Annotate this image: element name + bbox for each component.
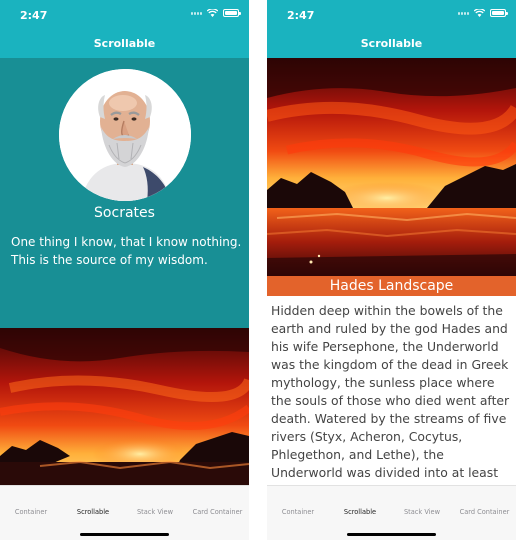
- status-time: 2:47: [287, 9, 315, 22]
- battery-icon: [490, 9, 508, 17]
- phone-screen-profile: 2:47 Scrollable Socrates One thing I kno…: [0, 0, 249, 540]
- home-indicator: [347, 533, 436, 536]
- wifi-icon: [207, 9, 218, 17]
- tab-card-container[interactable]: Card Container: [186, 508, 249, 516]
- nav-bar: Scrollable: [0, 30, 249, 58]
- landscape-image: [267, 58, 516, 276]
- nav-title: Scrollable: [360, 37, 423, 50]
- tab-stack-view[interactable]: Stack View: [391, 508, 453, 516]
- signal-icon: [191, 11, 202, 15]
- nav-bar: Scrollable: [267, 30, 516, 58]
- status-time: 2:47: [20, 9, 48, 22]
- profile-section: Socrates One thing I know, that I know n…: [0, 58, 249, 328]
- landscape-caption: Hades Landscape: [267, 276, 516, 296]
- article-text: Hidden deep within the bowels of the ear…: [271, 303, 510, 498]
- profile-quote: One thing I know, that I know nothing. T…: [11, 235, 242, 267]
- signal-icon: [458, 11, 469, 15]
- tab-bar: Container Scrollable Stack View Card Con…: [267, 485, 516, 540]
- status-icons: [458, 9, 508, 17]
- tab-container[interactable]: Container: [0, 508, 62, 516]
- tab-bar: Container Scrollable Stack View Card Con…: [0, 485, 249, 540]
- status-bar: 2:47: [0, 0, 249, 30]
- tab-container[interactable]: Container: [267, 508, 329, 516]
- phone-screen-landscape: 2:47 Scrollable Hades Landscape Hidden d…: [267, 0, 516, 540]
- nav-title: Scrollable: [93, 37, 156, 50]
- tab-scrollable[interactable]: Scrollable: [62, 508, 124, 516]
- profile-name: Socrates: [94, 205, 155, 221]
- status-icons: [191, 9, 241, 17]
- wifi-icon: [474, 9, 485, 17]
- socrates-portrait-image: [59, 69, 191, 201]
- avatar: [59, 69, 191, 201]
- tab-scrollable[interactable]: Scrollable: [329, 508, 391, 516]
- battery-icon: [223, 9, 241, 17]
- tab-card-container[interactable]: Card Container: [453, 508, 516, 516]
- tab-stack-view[interactable]: Stack View: [124, 508, 186, 516]
- home-indicator: [80, 533, 169, 536]
- status-bar: 2:47: [267, 0, 516, 30]
- landscape-image: [0, 328, 249, 485]
- caption-text: Hades Landscape: [329, 278, 454, 294]
